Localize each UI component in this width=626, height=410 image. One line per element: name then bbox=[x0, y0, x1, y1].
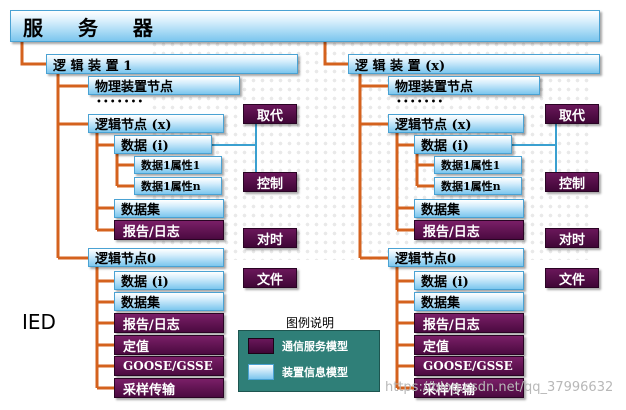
service-substitute-left: 取代 bbox=[243, 104, 297, 124]
logical-node-x-right: 逻辑节点 (x) bbox=[388, 114, 524, 133]
server-title: 服 务 器 bbox=[10, 10, 600, 42]
setting-value-right: 定值 bbox=[414, 335, 524, 355]
data-i-right: 数据 (i) bbox=[414, 135, 512, 154]
ln0-report-log-right: 报告/日志 bbox=[414, 313, 524, 333]
goose-gsse: GOOSE/GSSE bbox=[114, 356, 224, 376]
legend-label-service: 通信服务模型 bbox=[282, 340, 348, 353]
data-i: 数据 (i) bbox=[114, 135, 212, 154]
legend-swatch-info bbox=[248, 364, 274, 380]
ied-label: IED bbox=[22, 310, 56, 334]
ellipsis-dots-right: ••••••• bbox=[396, 96, 445, 108]
ln0-report-log: 报告/日志 bbox=[114, 313, 224, 333]
service-control-right: 控制 bbox=[545, 172, 599, 192]
legend-label-info: 装置信息模型 bbox=[282, 366, 348, 379]
ln0-data-i-right: 数据 (i) bbox=[414, 271, 524, 290]
ln0-dataset-right: 数据集 bbox=[414, 292, 524, 311]
service-substitute-right: 取代 bbox=[545, 104, 599, 124]
setting-value: 定值 bbox=[114, 335, 224, 355]
physical-device-node-right: 物理装置节点 bbox=[388, 76, 540, 95]
sampled-value-transmission: 采样传输 bbox=[114, 378, 224, 398]
data-attribute-n: 数据1属性n bbox=[134, 177, 222, 195]
service-time-sync-right: 对时 bbox=[545, 228, 599, 248]
service-time-sync-left: 对时 bbox=[243, 228, 297, 248]
legend-title: 图例说明 bbox=[286, 316, 335, 330]
logical-device-1: 逻 辑 装 置 1 bbox=[46, 54, 298, 74]
data-attribute-1-right: 数据1属性1 bbox=[434, 156, 522, 174]
legend-swatch-service bbox=[248, 338, 274, 354]
logical-node-0: 逻辑节点0 bbox=[88, 248, 224, 267]
logical-node-x: 逻辑节点 (x) bbox=[88, 114, 224, 133]
service-file-right: 文件 bbox=[545, 268, 599, 288]
ellipsis-dots: ••••••• bbox=[96, 96, 145, 108]
service-control-left: 控制 bbox=[243, 172, 297, 192]
service-file-left: 文件 bbox=[243, 268, 297, 288]
logical-device-x: 逻 辑 装 置 (x) bbox=[348, 54, 600, 74]
data-attribute-1: 数据1属性1 bbox=[134, 156, 222, 174]
dataset: 数据集 bbox=[114, 199, 224, 218]
report-log-right: 报告/日志 bbox=[414, 220, 524, 240]
physical-device-node: 物理装置节点 bbox=[88, 76, 240, 95]
goose-gsse-right: GOOSE/GSSE bbox=[414, 356, 524, 376]
ln0-dataset: 数据集 bbox=[114, 292, 224, 311]
ln0-data-i: 数据 (i) bbox=[114, 271, 224, 290]
dataset-right: 数据集 bbox=[414, 199, 524, 218]
watermark-url: https://blog.csdn.net/qq_37996632 bbox=[385, 380, 614, 395]
data-attribute-n-right: 数据1属性n bbox=[434, 177, 522, 195]
report-log: 报告/日志 bbox=[114, 220, 224, 240]
logical-node-0-right: 逻辑节点0 bbox=[388, 248, 524, 267]
